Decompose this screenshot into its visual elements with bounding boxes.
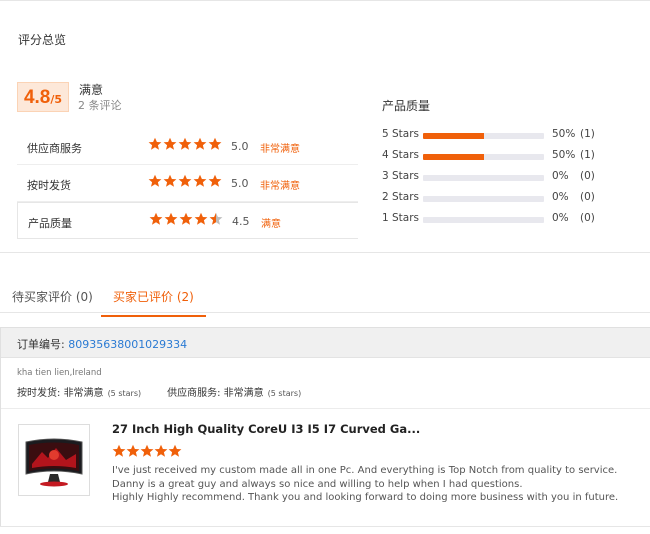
distribution-count: (0) xyxy=(580,212,595,224)
distribution-bar-fill xyxy=(423,154,484,160)
star-icon xyxy=(140,444,154,457)
overall-score: 4.8 xyxy=(23,87,51,108)
distribution-row: 3 Stars 0% (0) xyxy=(382,170,642,191)
distribution-title: 产品质量 xyxy=(382,99,431,113)
star-icon xyxy=(126,444,140,457)
buyer-info: kha tien lien,Ireland xyxy=(17,368,102,378)
sub-rating-label: 按时发货: xyxy=(17,388,64,399)
overview-title: 评分总览 xyxy=(18,33,67,47)
star-icon xyxy=(178,174,192,187)
satisfaction-label: 满意 xyxy=(79,83,104,97)
star-icon xyxy=(179,212,193,225)
distribution-count: (1) xyxy=(580,149,595,161)
sub-rating-service: 供应商服务: 非常满意 (5 stars) xyxy=(167,384,301,399)
star-icon xyxy=(149,212,163,225)
rating-row-score: 4.5 xyxy=(232,215,250,228)
star-icon xyxy=(112,444,126,457)
star-rating xyxy=(148,174,222,188)
star-icon xyxy=(148,174,162,187)
star-icon xyxy=(193,174,207,187)
rating-overview-panel: 评分总览 4.8 /5 满意 2 条评论 供应商服务 5.0 非常满意 按时发货… xyxy=(0,0,650,253)
distribution-percent: 50% xyxy=(552,128,576,140)
sub-ratings: 按时发货: 非常满意 (5 stars) 供应商服务: 非常满意 (5 stars) xyxy=(17,384,327,399)
rating-row-name: 产品质量 xyxy=(28,217,72,230)
star-icon xyxy=(209,212,223,225)
distribution-bar xyxy=(423,175,544,181)
divider xyxy=(1,408,650,409)
distribution-row: 5 Stars 50% (1) xyxy=(382,128,642,149)
distribution-label: 3 Stars xyxy=(382,170,420,182)
distribution-label: 5 Stars xyxy=(382,128,420,140)
sub-rating-label: 供应商服务: xyxy=(167,388,224,399)
star-rating xyxy=(149,212,223,226)
comment-line: I've just received my custom made all in… xyxy=(112,465,618,476)
star-distribution: 产品质量 5 Stars 50% (1) 4 Stars 50% (1) 3 Stars 0%… xyxy=(382,97,642,233)
distribution-count: (0) xyxy=(580,191,595,203)
product-star-rating xyxy=(112,444,182,458)
order-bar: 订单编号: 80935638001029334 xyxy=(1,328,650,358)
star-icon xyxy=(178,137,192,150)
star-icon xyxy=(154,444,168,457)
rating-row-level: 非常满意 xyxy=(260,181,300,192)
rating-row-supplier-service: 供应商服务 5.0 非常满意 xyxy=(17,128,358,165)
distribution-bar xyxy=(423,196,544,202)
star-icon xyxy=(194,212,208,225)
bottom-border xyxy=(0,526,650,527)
distribution-bar-fill xyxy=(423,133,484,139)
review-tabs: 待买家评价 (0) 买家已评价 (2) xyxy=(0,284,650,317)
order-number-link[interactable]: 80935638001029334 xyxy=(68,338,187,351)
rating-row-on-time-delivery: 按时发货 5.0 非常满意 xyxy=(17,165,358,202)
star-icon xyxy=(193,137,207,150)
sub-rating-value: 非常满意 xyxy=(63,388,104,399)
monitor-product-image xyxy=(22,428,86,492)
rating-breakdown: 供应商服务 5.0 非常满意 按时发货 5.0 非常满意 产品质量 4.5 满意 xyxy=(17,128,358,239)
sub-rating-stars: (5 stars) xyxy=(267,389,302,398)
sub-rating-value: 非常满意 xyxy=(223,388,264,399)
review-card: 订单编号: 80935638001029334 kha tien lien,Ir… xyxy=(0,327,650,527)
distribution-bar xyxy=(423,133,544,139)
star-icon xyxy=(148,137,162,150)
star-icon xyxy=(208,137,222,150)
star-icon xyxy=(163,174,177,187)
rating-row-name: 按时发货 xyxy=(27,179,71,192)
distribution-row: 1 Stars 0% (0) xyxy=(382,212,642,233)
distribution-count: (0) xyxy=(580,170,595,182)
distribution-percent: 50% xyxy=(552,149,576,161)
review-count: 2 条评论 xyxy=(78,99,122,112)
rating-row-score: 5.0 xyxy=(231,140,249,153)
rating-row-name: 供应商服务 xyxy=(27,142,82,155)
sub-rating-ontime: 按时发货: 非常满意 (5 stars) xyxy=(17,384,141,399)
rating-row-level: 满意 xyxy=(261,219,281,230)
comment-line: Danny is a great guy and always so nice … xyxy=(112,478,523,490)
distribution-count: (1) xyxy=(580,128,595,140)
distribution-bar xyxy=(423,154,544,160)
order-number-label: 订单编号: xyxy=(17,338,69,351)
rating-row-product-quality[interactable]: 产品质量 4.5 满意 xyxy=(17,202,358,239)
rating-row-level: 非常满意 xyxy=(260,144,300,155)
rating-row-score: 5.0 xyxy=(231,177,249,190)
overall-score-suffix: /5 xyxy=(50,93,63,106)
star-icon xyxy=(168,444,182,457)
distribution-bar xyxy=(423,217,544,223)
sub-rating-stars: (5 stars) xyxy=(107,389,142,398)
distribution-percent: 0% xyxy=(552,170,569,182)
distribution-label: 2 Stars xyxy=(382,191,420,203)
star-icon xyxy=(208,174,222,187)
product-thumbnail[interactable] xyxy=(18,424,90,496)
distribution-label: 1 Stars xyxy=(382,212,420,224)
distribution-percent: 0% xyxy=(552,191,569,203)
star-icon xyxy=(164,212,178,225)
star-icon xyxy=(163,137,177,150)
product-title[interactable]: 27 Inch High Quality CoreU I3 I5 I7 Curv… xyxy=(112,422,420,436)
distribution-row: 4 Stars 50% (1) xyxy=(382,149,642,170)
review-comment: I've just received my custom made all in… xyxy=(112,464,642,505)
overall-score-badge: 4.8 /5 xyxy=(17,82,69,112)
tab-pending-reviews[interactable]: 待买家评价 (0) xyxy=(12,288,93,315)
comment-line: Highly Highly recommend. Thank you and l… xyxy=(112,492,619,503)
distribution-label: 4 Stars xyxy=(382,149,420,161)
tab-completed-reviews[interactable]: 买家已评价 (2) xyxy=(101,288,206,317)
distribution-percent: 0% xyxy=(552,212,569,224)
star-rating xyxy=(148,137,222,151)
distribution-row: 2 Stars 0% (0) xyxy=(382,191,642,212)
